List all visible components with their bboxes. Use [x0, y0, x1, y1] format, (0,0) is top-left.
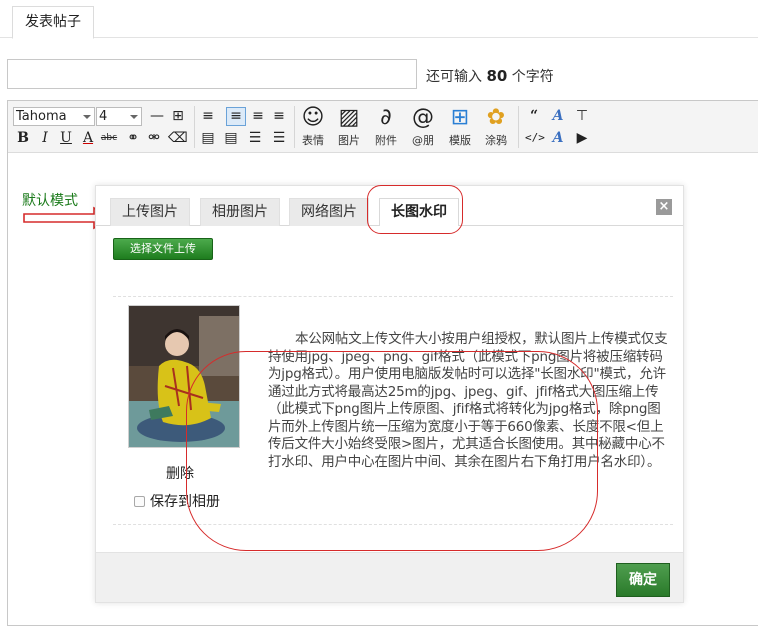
tab-long-image-watermark[interactable]: 长图水印 [379, 198, 459, 226]
rich-text-editor: Tahoma 4 — ⊞ B I U A abc ⚭ ⚮ ⌫ ≡ ≡ ≡ ≡ ▤… [7, 100, 758, 626]
template-label: 模版 [449, 134, 471, 147]
float-left-icon[interactable]: ▤ [199, 129, 217, 147]
chevron-down-icon [83, 115, 91, 119]
checkbox[interactable] [134, 496, 145, 507]
subscript-icon[interactable]: A [549, 129, 567, 147]
smiley-icon: ☺ [301, 105, 325, 130]
superscript-icon[interactable]: A [549, 107, 567, 125]
unlink-icon[interactable]: ⚮ [145, 129, 163, 147]
confirm-button[interactable]: 确定 [616, 563, 670, 597]
align-center-icon[interactable]: ≡ [249, 107, 267, 125]
attachment-button[interactable]: ∂ 附件 [368, 104, 404, 150]
dialog-footer: 确定 [96, 552, 683, 602]
editor-toolbar: Tahoma 4 — ⊞ B I U A abc ⚭ ⚮ ⌫ ≡ ≡ ≡ ≡ ▤… [8, 101, 758, 153]
image-label: 图片 [338, 134, 360, 147]
align-justify-icon[interactable]: ≡ [227, 107, 245, 125]
font-color-icon[interactable]: A [79, 129, 97, 147]
image-button[interactable]: ▨ 图片 [331, 104, 367, 150]
toolbar-separator [518, 106, 519, 148]
ordered-list-icon[interactable]: ☰ [246, 129, 264, 147]
dialog-tab-bar: 上传图片 相册图片 网络图片 长图水印 × [96, 186, 683, 226]
font-size-select[interactable]: 4 [96, 107, 142, 126]
tab-upload-image[interactable]: 上传图片 [110, 198, 190, 226]
strikethrough-icon[interactable]: abc [100, 129, 118, 147]
palette-icon: ✿ [486, 105, 506, 130]
paperclip-icon: ∂ [380, 105, 392, 130]
close-icon[interactable]: × [656, 199, 672, 215]
media-play-icon[interactable]: ▶ [573, 129, 591, 147]
post-editor-page: 发表帖子 还可输入 80 个字符 Tahoma 4 — ⊞ B I U A ab… [0, 0, 758, 626]
tab-album-image[interactable]: 相册图片 [200, 198, 280, 226]
table-icon[interactable]: ⊞ [169, 107, 187, 125]
code-icon[interactable]: </> [525, 129, 545, 147]
tab-new-post[interactable]: 发表帖子 [12, 6, 94, 39]
remaining-suffix: 个字符 [511, 69, 554, 85]
choose-file-button[interactable]: 选择文件上传 [113, 238, 213, 260]
tab-web-image[interactable]: 网络图片 [289, 198, 369, 226]
subject-input[interactable] [7, 59, 417, 89]
template-icon: ⊞ [450, 105, 470, 130]
mention-label: @朋 [412, 134, 434, 147]
horizontal-rule-icon[interactable]: — [148, 107, 166, 125]
remaining-prefix: 还可输入 [426, 69, 482, 85]
remaining-count: 80 [486, 67, 508, 85]
doodle-button[interactable]: ✿ 涂鸦 [478, 104, 514, 150]
tab-bar: 发表帖子 [0, 0, 758, 39]
divider [113, 296, 673, 297]
template-button[interactable]: ⊞ 模版 [442, 104, 478, 150]
attachment-label: 附件 [375, 134, 397, 147]
remaining-chars: 还可输入 80 个字符 [426, 66, 554, 86]
float-right-icon[interactable]: ▤ [222, 129, 240, 147]
emoji-label: 表情 [302, 134, 324, 147]
toolbar-separator [194, 106, 195, 148]
font-family-select[interactable]: Tahoma [13, 107, 95, 126]
eraser-icon[interactable]: ⌫ [168, 129, 188, 147]
emoji-button[interactable]: ☺ 表情 [295, 104, 331, 150]
mention-button[interactable]: @ @朋 [405, 104, 441, 150]
italic-icon[interactable]: I [36, 129, 54, 147]
font-size-value: 4 [99, 109, 108, 124]
bold-icon[interactable]: B [14, 129, 32, 147]
doodle-label: 涂鸦 [485, 134, 507, 147]
format-painter-icon[interactable]: ⊤ [573, 107, 591, 125]
chevron-down-icon [130, 115, 138, 119]
underline-icon[interactable]: U [57, 129, 75, 147]
quote-icon[interactable]: “ [525, 107, 543, 125]
font-family-value: Tahoma [16, 109, 67, 124]
link-icon[interactable]: ⚭ [124, 129, 142, 147]
unordered-list-icon[interactable]: ☰ [270, 129, 288, 147]
image-icon: ▨ [338, 105, 360, 130]
align-right-icon[interactable]: ≡ [270, 107, 288, 125]
notice-highlight-oval [186, 351, 598, 551]
align-left-icon[interactable]: ≡ [199, 107, 217, 125]
at-icon: @ [412, 105, 434, 130]
